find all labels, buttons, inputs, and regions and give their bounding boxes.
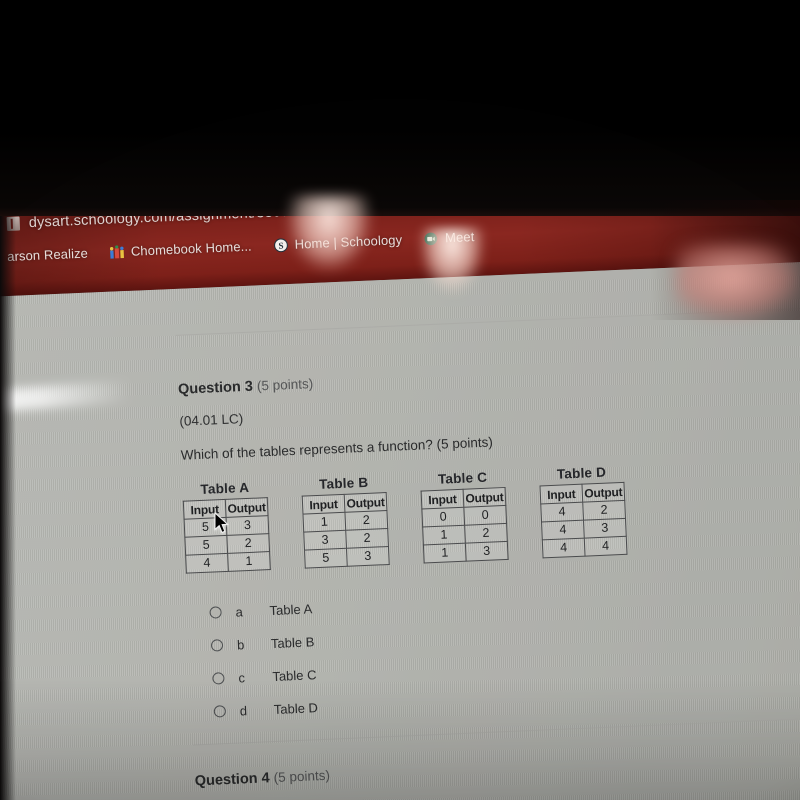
table-c-wrapper: Table C Input Output 0 0 1 2 1 3	[420, 469, 509, 564]
answer-letter-a: a	[235, 603, 244, 620]
radio-button-c[interactable]	[212, 672, 225, 685]
table-d: Input Output 4 2 4 3 4 4	[539, 481, 628, 559]
people-icon	[109, 244, 125, 260]
table-b-cell: 3	[346, 546, 390, 567]
dark-area-left-of-screen	[0, 200, 16, 800]
table-c-cell: 0	[463, 505, 507, 526]
bookmark-home-schoology[interactable]: S Home | Schoology	[273, 232, 402, 252]
table-c-cell: 1	[422, 525, 466, 545]
table-b-cell: 1	[302, 512, 346, 533]
table-b-cell: 5	[304, 548, 348, 569]
question-4-block: Question 4 (5 points) (04.02 MC) month t…	[194, 744, 800, 800]
table-a-cell: 4	[185, 553, 229, 574]
table-a-caption: Table A	[200, 479, 250, 497]
table-c-cell: 1	[423, 543, 467, 563]
table-d-wrapper: Table D Input Output 4 2 4 3 4 4	[539, 464, 628, 559]
table-b-cell: 2	[345, 528, 389, 549]
table-row: 1 3	[423, 541, 509, 563]
answer-choices: a Table A b Table B c Table C d Table D	[187, 570, 800, 726]
question-3-points: (5 points)	[256, 376, 314, 394]
dark-area-above-screen	[0, 0, 800, 216]
table-c-header-output: Output	[463, 487, 506, 508]
table-d-header-output: Output	[581, 482, 625, 503]
table-row: 4 1	[185, 551, 271, 574]
bookmark-meet[interactable]: Meet	[424, 229, 475, 246]
table-a-cell: 5	[184, 535, 228, 556]
table-d-header-input: Input	[539, 484, 583, 504]
answer-letter-c: c	[238, 669, 246, 686]
table-d-cell: 4	[541, 520, 585, 540]
google-meet-icon	[424, 231, 439, 246]
answer-text-b: Table B	[270, 633, 315, 651]
svg-text:S: S	[278, 240, 283, 250]
table-d-cell: 4	[584, 536, 627, 557]
radio-button-d[interactable]	[213, 705, 227, 718]
bookmark-label: Chomebook Home...	[130, 238, 253, 259]
monitor-screen: dysart.schoology.com/assignment/33070298…	[0, 167, 800, 800]
table-c-caption: Table C	[437, 469, 488, 487]
schoology-s-icon: S	[273, 237, 288, 253]
answer-text-a: Table A	[269, 600, 313, 618]
table-d-cell: 2	[582, 500, 626, 521]
tables-group: Table A Input Output 5 3 5 2 4 1 Table B…	[182, 453, 800, 574]
table-b-wrapper: Table B Input Output 1 2 3 2 5 3	[301, 474, 390, 569]
table-c-cell: 0	[421, 507, 465, 528]
photograph-of-screen: dysart.schoology.com/assignment/33070298…	[0, 0, 800, 800]
table-d-caption: Table D	[556, 464, 607, 482]
assessment-content: Question 3 (5 points) (04.01 LC) Which o…	[174, 259, 800, 800]
table-a-cell: 3	[226, 515, 269, 536]
table-d-cell: 3	[583, 518, 627, 539]
bookmark-chromebook-home[interactable]: Chomebook Home...	[109, 238, 253, 260]
answer-text-c: Table C	[272, 666, 317, 684]
table-b-cell: 3	[303, 530, 347, 551]
table-b-cell: 2	[344, 510, 388, 531]
table-c-header-input: Input	[421, 489, 464, 510]
assessment-page: Question 3 (5 points) (04.01 LC) Which o…	[0, 259, 800, 800]
table-d-cell: 4	[542, 538, 586, 558]
radio-button-a[interactable]	[209, 606, 222, 619]
table-a-cell: 1	[227, 551, 271, 572]
bookmarks-bar: arson Realize Chomebook Home... S Home |…	[0, 229, 475, 265]
table-b-caption: Table B	[318, 474, 369, 492]
question-4-title: Question 4	[194, 770, 271, 790]
table-c: Input Output 0 0 1 2 1 3	[420, 486, 509, 564]
question-4-points: (5 points)	[273, 767, 331, 786]
divider-above-question-3	[175, 305, 800, 336]
bookmark-label: arson Realize	[6, 245, 89, 265]
table-row: 4 4	[542, 536, 627, 558]
answer-letter-d: d	[239, 702, 248, 718]
table-c-cell: 2	[464, 523, 508, 544]
table-b-header-output: Output	[344, 492, 387, 513]
question-3-title: Question 3	[177, 378, 254, 398]
table-b: Input Output 1 2 3 2 5 3	[301, 492, 390, 569]
table-d-cell: 4	[540, 502, 584, 522]
table-c-cell: 3	[465, 541, 509, 562]
table-b-header-input: Input	[302, 494, 345, 515]
bookmark-label: Home | Schoology	[294, 232, 403, 252]
table-a-cell: 2	[226, 533, 270, 554]
question-3-prompt: Which of the tables represents a functio…	[180, 434, 494, 463]
radio-button-b[interactable]	[210, 639, 224, 652]
answer-text-d: Table D	[273, 699, 319, 717]
table-row: 5 3	[304, 546, 390, 569]
answer-letter-b: b	[236, 636, 245, 653]
bookmark-label: Meet	[444, 229, 475, 246]
